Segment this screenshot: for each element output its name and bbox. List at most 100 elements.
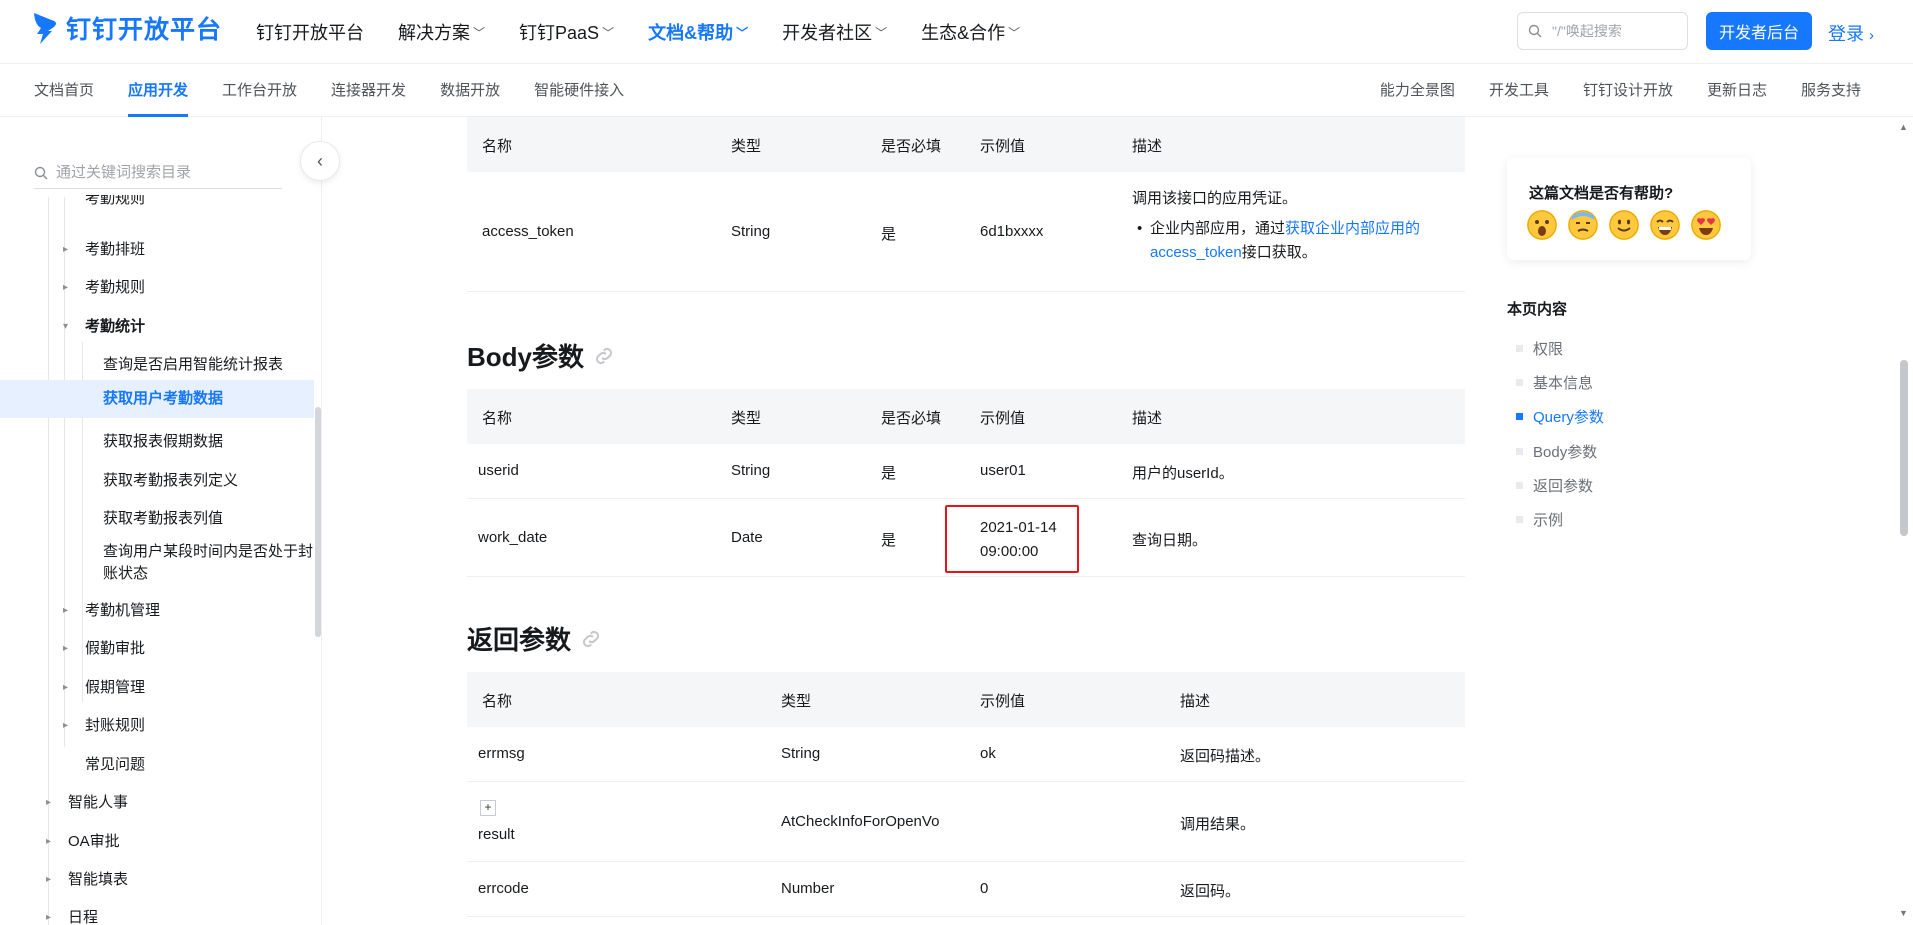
sidebar-item-faq[interactable]: 常见问题	[0, 749, 314, 781]
chevron-down-icon: ﹀	[875, 25, 888, 40]
nav-docs-help[interactable]: 文档&帮助 ﹀	[648, 19, 748, 45]
caret-right-icon: ▸	[63, 282, 69, 293]
heart-eyes-emoji-icon[interactable]	[1691, 210, 1721, 240]
param-name: errmsg	[478, 745, 525, 762]
desc-bullet-prefix: 企业内部应用，通过	[1150, 220, 1286, 237]
sidebar-item-label: 考勤统计	[85, 318, 146, 335]
th-required: 是否必填	[881, 138, 942, 155]
doc-sidebar: 考勤规则 ▸ 考勤排班 ▸ 考勤规则 ▾ 考勤统计 查询是否启用智能统计报表 获…	[0, 117, 322, 925]
subnav-smart-hardware[interactable]: 智能硬件接入	[534, 64, 624, 117]
subnav-workbench[interactable]: 工作台开放	[222, 64, 297, 117]
toc-dot	[1516, 345, 1523, 352]
subnav-dev-tools[interactable]: 开发工具	[1489, 64, 1549, 117]
sidebar-item-rules[interactable]: ▸ 考勤规则	[0, 272, 314, 304]
sidebar-item-label: 封账规则	[85, 717, 146, 734]
global-search[interactable]	[1517, 12, 1688, 50]
sidebar-search[interactable]	[34, 157, 282, 189]
subnav-design[interactable]: 钉钉设计开放	[1583, 64, 1673, 117]
chevron-right-icon: ›	[1869, 27, 1875, 44]
sidebar-item-smart-report-enabled[interactable]: 查询是否启用智能统计报表	[0, 349, 314, 381]
nav-label: 钉钉PaaS	[519, 23, 600, 43]
sidebar-item-cut[interactable]: 考勤规则	[0, 195, 314, 209]
sidebar-item-get-user-attendance[interactable]: 获取用户考勤数据	[0, 380, 314, 418]
toc-dot	[1516, 448, 1523, 455]
nav-solutions[interactable]: 解决方案 ﹀	[398, 19, 485, 45]
th-name: 名称	[482, 693, 513, 710]
caret-right-icon: ▸	[46, 836, 52, 847]
sidebar-search-input[interactable]	[54, 163, 274, 182]
sidebar-scrollbar[interactable]	[315, 407, 321, 637]
nav-open-platform[interactable]: 钉钉开放平台	[256, 19, 364, 45]
nav-ecosystem[interactable]: 生态&合作 ﹀	[921, 19, 1020, 45]
sidebar-item-smart-form[interactable]: ▸ 智能填表	[0, 864, 314, 896]
caret-right-icon: ▸	[46, 797, 52, 808]
page-scrollbar-thumb[interactable]	[1900, 360, 1908, 536]
sidebar-item-label: 考勤排班	[85, 241, 146, 258]
sidebar-item-holiday-mgmt[interactable]: ▸ 假期管理	[0, 672, 314, 704]
sidebar-item-oa-approval[interactable]: ▸ OA审批	[0, 826, 314, 858]
scream-emoji-icon[interactable]	[1527, 210, 1557, 240]
section-title: Body参数	[467, 342, 585, 372]
link-icon[interactable]	[592, 344, 616, 368]
sidebar-item-label: 假期管理	[85, 679, 146, 696]
sidebar-item-machine-mgmt[interactable]: ▸ 考勤机管理	[0, 595, 314, 627]
nav-label: 生态&合作	[921, 23, 1006, 43]
expand-row-button[interactable]: +	[480, 800, 496, 816]
toc-item-body-params[interactable]: Body参数	[1516, 441, 1597, 462]
sidebar-item-column-value[interactable]: 获取考勤报表列值	[0, 503, 314, 535]
toc-dot	[1516, 413, 1523, 420]
param-name: userid	[478, 462, 519, 479]
login-label: 登录	[1828, 24, 1864, 44]
global-search-input[interactable]	[1550, 22, 1680, 40]
subnav-data-open[interactable]: 数据开放	[440, 64, 500, 117]
param-name: errcode	[478, 880, 529, 897]
login-link[interactable]: 登录 ›	[1828, 20, 1874, 46]
sidebar-item-label: 考勤机管理	[85, 602, 161, 619]
toc-label: 基本信息	[1533, 375, 1594, 392]
sidebar-item-label: 查询是否启用智能统计报表	[103, 356, 284, 373]
th-required: 是否必填	[881, 410, 942, 427]
sidebar-item-leave-approval[interactable]: ▸ 假勤审批	[0, 633, 314, 665]
toc-item-permissions[interactable]: 权限	[1516, 338, 1563, 359]
subnav-capability-map[interactable]: 能力全景图	[1380, 64, 1455, 117]
toc-item-basic-info[interactable]: 基本信息	[1516, 372, 1593, 393]
nav-label: 开发者社区	[782, 23, 873, 43]
collapse-sidebar-button[interactable]: ‹	[300, 141, 340, 181]
grin-emoji-icon[interactable]	[1650, 210, 1680, 240]
sweat-emoji-icon[interactable]	[1568, 210, 1598, 240]
scroll-up-arrow-icon[interactable]: ▲	[1899, 122, 1908, 132]
smile-emoji-icon[interactable]	[1609, 210, 1639, 240]
toc-item-return-params[interactable]: 返回参数	[1516, 475, 1593, 496]
th-desc: 描述	[1180, 693, 1211, 710]
sidebar-item-smart-hr[interactable]: ▸ 智能人事	[0, 787, 314, 819]
toc-item-query-params[interactable]: Query参数	[1516, 406, 1604, 427]
subnav-support[interactable]: 服务支持	[1801, 64, 1861, 117]
subnav-changelog[interactable]: 更新日志	[1707, 64, 1767, 117]
th-example: 示例值	[980, 138, 1026, 155]
toc-label: 返回参数	[1533, 478, 1594, 495]
sidebar-item-statistics[interactable]: ▾ 考勤统计	[0, 311, 314, 343]
param-type: Number	[781, 880, 835, 897]
sidebar-item-schedule[interactable]: ▸ 考勤排班	[0, 234, 314, 266]
link-icon[interactable]	[579, 627, 603, 651]
nav-paas[interactable]: 钉钉PaaS ﹀	[519, 19, 614, 45]
logo[interactable]: 钉钉开放平台	[32, 10, 222, 46]
toc-item-example[interactable]: 示例	[1516, 509, 1563, 530]
developer-console-button[interactable]: 开发者后台	[1706, 12, 1812, 50]
table-row: errcode Number 0 返回码。	[467, 862, 1465, 917]
chevron-left-icon: ‹	[317, 150, 323, 171]
subnav-app-dev[interactable]: 应用开发	[128, 64, 189, 117]
subnav-docs-home[interactable]: 文档首页	[34, 64, 94, 117]
caret-down-icon: ▾	[63, 321, 69, 332]
param-example: user01	[980, 462, 1026, 479]
sidebar-item-column-def[interactable]: 获取考勤报表列定义	[0, 465, 314, 497]
scroll-down-arrow-icon[interactable]: ▼	[1899, 908, 1908, 918]
nav-community[interactable]: 开发者社区 ﹀	[782, 19, 887, 45]
sidebar-item-calendar[interactable]: ▸ 日程	[0, 902, 314, 925]
sidebar-item-closed-account[interactable]: 查询用户某段时间内是否处于封账状态	[0, 541, 314, 591]
sidebar-item-leave-data[interactable]: 获取报表假期数据	[0, 426, 314, 458]
th-desc: 描述	[1132, 410, 1163, 427]
sidebar-item-closing-rules[interactable]: ▸ 封账规则	[0, 710, 314, 742]
subnav-connector[interactable]: 连接器开发	[331, 64, 406, 117]
param-type: String	[731, 462, 771, 479]
